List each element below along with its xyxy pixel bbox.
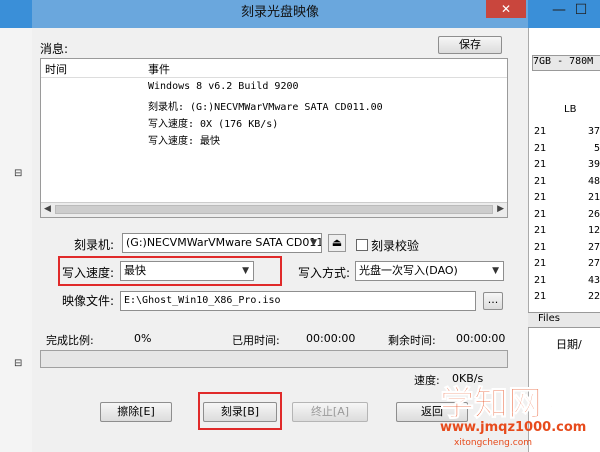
list-item[interactable]: 21 22 <box>534 289 600 306</box>
log-entry: 刻录机: (G:)NECVMWarVMware SATA CD011.00 <box>148 102 383 113</box>
list-item-cell: 21 <box>534 208 547 220</box>
remaining-value: 00:00:00 <box>456 332 506 345</box>
write-method-label: 写入方式: <box>298 266 351 280</box>
list-item-cell: 12 <box>587 225 600 236</box>
watermark-site: xitongcheng.com <box>454 438 532 448</box>
log-entry: 写入速度: 0X (176 KB/s) <box>148 119 279 130</box>
write-speed-label: 写入速度: <box>62 266 115 280</box>
watermark-logo: 学知网统城 www.jmqz1000.com xitongcheng.com <box>440 376 600 452</box>
erase-button[interactable]: 擦除[E] <box>100 402 172 422</box>
chevron-down-icon: ▼ <box>492 266 499 276</box>
capacity-bar: 7GB - 780M <box>532 55 600 71</box>
log-column-time[interactable]: 时间 <box>45 61 67 77</box>
list-item[interactable]: 21 21 <box>534 190 600 207</box>
list-item-cell: 21 <box>534 126 547 137</box>
tree-expander-icon[interactable]: ⊟ <box>14 358 22 369</box>
list-item-cell: 22 <box>587 291 600 302</box>
list-item[interactable]: 21 48 <box>534 174 600 191</box>
message-log[interactable]: 时间 事件 Windows 8 v6.2 Build 9200 刻录机: (G:… <box>40 58 508 218</box>
elapsed-value: 00:00:00 <box>306 332 356 345</box>
list-item-cell: 27 <box>587 258 600 269</box>
background-window-controls: — ☐ <box>548 2 592 18</box>
list-item-cell: 21 <box>534 192 547 203</box>
tree-expander-icon[interactable]: ⊟ <box>14 168 22 179</box>
list-item-cell: 27 <box>587 241 600 253</box>
list-item[interactable]: 21 27 <box>534 240 600 257</box>
chevron-down-icon: ▼ <box>310 238 317 248</box>
list-item[interactable]: 21 5 <box>534 141 600 158</box>
speed-label: 速度: <box>414 374 440 387</box>
eject-icon: ⏏ <box>331 236 343 249</box>
list-item-cell: 21 <box>587 192 600 203</box>
list-item[interactable]: 21 37 <box>534 124 600 141</box>
list-item[interactable]: 21 12 <box>534 223 600 240</box>
elapsed-label: 已用时间: <box>232 334 280 347</box>
progress-value: 0% <box>134 332 152 345</box>
scroll-left-icon[interactable]: ◀ <box>44 204 51 214</box>
close-button[interactable]: ✕ <box>486 0 526 18</box>
verify-checkbox[interactable] <box>356 239 368 251</box>
list-item[interactable]: 21 27 <box>534 256 600 273</box>
burner-select-value: (G:)NECVMWarVMware SATA CD011.00 <box>126 236 322 249</box>
write-method-select[interactable]: 光盘一次写入(DAO) ▼ <box>355 261 504 281</box>
list-item[interactable]: 21 39 <box>534 157 600 174</box>
watermark-url: www.jmqz1000.com <box>440 420 587 435</box>
list-item[interactable]: 21 43 <box>534 273 600 290</box>
list-item[interactable]: 21 26 <box>534 207 600 224</box>
minimize-icon[interactable]: — <box>548 2 570 18</box>
chevron-down-icon: ▼ <box>242 266 249 276</box>
progress-label: 完成比例: <box>46 334 94 347</box>
browse-button[interactable]: ... <box>483 292 503 310</box>
list-item-cell: 21 <box>534 225 547 236</box>
messages-label: 消息: <box>40 42 69 56</box>
list-item-cell: 21 <box>534 241 547 253</box>
write-speed-value: 最快 <box>124 264 146 277</box>
eject-button[interactable]: ⏏ <box>328 234 346 252</box>
list-item-cell: 21 <box>534 142 547 154</box>
list-item-cell: 5 <box>593 142 600 154</box>
list-item-cell: 21 <box>534 159 547 170</box>
progress-bar <box>40 350 508 368</box>
burner-select[interactable]: (G:)NECVMWarVMware SATA CD011.00 ▼ <box>122 233 322 253</box>
burn-button[interactable]: 刻录[B] <box>203 402 277 422</box>
maximize-icon[interactable]: ☐ <box>570 2 592 18</box>
save-button[interactable]: 保存 <box>438 36 502 54</box>
log-entry: Windows 8 v6.2 Build 9200 <box>148 81 299 92</box>
list-item-cell: 21 <box>534 175 547 187</box>
list-item-cell: 39 <box>587 159 600 170</box>
files-panel-header: Files <box>528 312 600 328</box>
stop-button[interactable]: 终止[A] <box>292 402 368 422</box>
watermark-brand: 学知网统城 <box>440 384 587 425</box>
image-file-label: 映像文件: <box>62 294 115 308</box>
background-file-rows: 21 37 21 5 21 39 21 48 21 21 21 26 21 12 21 27 21 27 21 43 2… <box>534 124 600 306</box>
write-speed-select[interactable]: 最快 ▼ <box>120 261 254 281</box>
scroll-right-icon[interactable]: ▶ <box>497 204 504 214</box>
list-item-cell: 21 <box>534 274 547 286</box>
list-item-cell: 21 <box>534 291 547 302</box>
list-item-cell: 48 <box>587 175 600 187</box>
image-file-input[interactable]: E:\Ghost_Win10_X86_Pro.iso <box>120 291 476 311</box>
dialog-title: 刻录光盘映像 <box>240 5 319 20</box>
log-column-event[interactable]: 事件 <box>148 61 170 77</box>
list-item-cell: 43 <box>587 274 600 286</box>
close-icon: ✕ <box>500 2 512 16</box>
column-header-date[interactable]: 日期/ <box>556 336 582 352</box>
log-entry: 写入速度: 最快 <box>148 136 221 147</box>
column-header-lb[interactable]: LB <box>564 104 576 115</box>
list-item-cell: 21 <box>534 258 547 269</box>
log-header: 时间 事件 <box>41 59 507 78</box>
write-method-value: 光盘一次写入(DAO) <box>359 264 458 277</box>
remaining-label: 剩余时间: <box>388 334 436 347</box>
list-item-cell: 37 <box>587 126 600 137</box>
verify-label[interactable]: 刻录校验 <box>371 237 419 254</box>
list-item-cell: 26 <box>587 208 600 220</box>
log-horizontal-scrollbar[interactable]: ◀ ▶ <box>41 202 507 217</box>
scrollbar-thumb[interactable] <box>55 205 493 214</box>
burner-label: 刻录机: <box>74 238 115 252</box>
background-left-pane: ⊟ ⊟ <box>0 28 33 452</box>
